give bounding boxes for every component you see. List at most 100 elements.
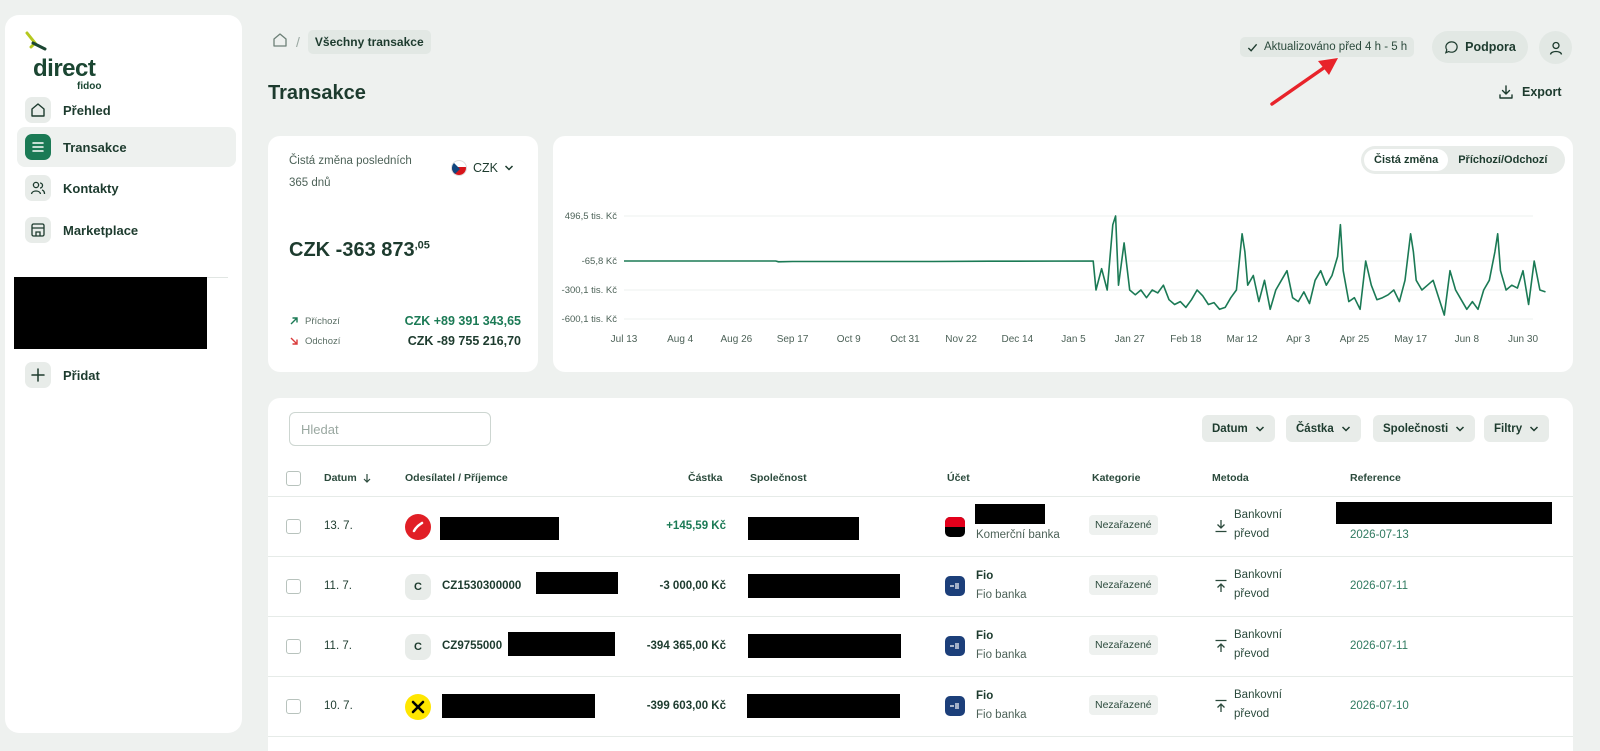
chart-card: Čistá změna Příchozí/Odchozí 496,5 tis. … <box>553 136 1573 372</box>
store-icon <box>25 217 51 243</box>
header-divider <box>268 496 1573 497</box>
outgoing-row: Odchozí CZK -89 755 216,70 <box>289 334 521 348</box>
x-tick-label: Feb 18 <box>1170 334 1202 345</box>
sort-arrow-down-icon <box>363 474 371 483</box>
user-menu-button[interactable] <box>1539 31 1572 64</box>
net-change-label: Čistá změna posledních 365 dnů <box>289 155 412 189</box>
download-icon <box>1499 85 1513 99</box>
contacts-icon <box>25 175 51 201</box>
row-method: Bankovní převod <box>1234 689 1282 720</box>
row-reference: 2026-07-13 <box>1350 529 1409 541</box>
row-sender: CZ1530300000 <box>442 580 522 592</box>
net-change-card: Čistá změna posledních 365 dnů CZK CZK -… <box>268 136 538 372</box>
home-icon[interactable] <box>272 32 288 53</box>
export-button[interactable]: Export <box>1498 84 1562 100</box>
y-tick-label: -300,1 tis. Kč <box>562 285 618 296</box>
sender-avatar: C <box>405 574 431 600</box>
breadcrumb-current[interactable]: Všechny transakce <box>307 30 431 54</box>
annotation-arrow <box>1270 58 1338 106</box>
upload-icon <box>1215 699 1227 712</box>
row-category[interactable]: Nezařazené <box>1089 635 1158 655</box>
outgoing-value: CZK -89 755 216,70 <box>407 334 521 348</box>
row-account-bank: Fio banka <box>976 709 1027 721</box>
x-tick-label: Jul 13 <box>611 334 638 345</box>
row-amount: -394 365,00 Kč <box>646 640 726 652</box>
redacted-company <box>748 634 901 658</box>
row-method: Bankovní převod <box>1234 569 1282 600</box>
filter-companies[interactable]: Společnosti <box>1373 415 1476 442</box>
fio-logo-icon <box>945 696 965 716</box>
x-tick-label: Mar 12 <box>1227 334 1259 345</box>
row-category[interactable]: Nezařazené <box>1089 575 1158 595</box>
unicredit-logo-icon <box>405 514 431 540</box>
check-icon <box>1247 43 1258 52</box>
filter-label: Datum <box>1212 422 1248 435</box>
chevron-down-icon <box>1255 425 1264 432</box>
arrow-down-right-icon <box>290 337 298 345</box>
redacted-company <box>747 694 900 718</box>
filter-amount[interactable]: Částka <box>1286 415 1361 442</box>
raiffeisen-logo-icon <box>405 694 431 720</box>
x-tick-label: Oct 9 <box>837 334 861 345</box>
row-checkbox[interactable] <box>286 579 301 594</box>
support-button[interactable]: Podpora <box>1432 31 1528 63</box>
row-category[interactable]: Nezařazené <box>1089 515 1158 535</box>
export-label: Export <box>1522 85 1562 99</box>
y-tick-label: -65,8 Kč <box>582 256 618 267</box>
sidebar-item-transakce[interactable]: Transakce <box>17 127 236 167</box>
filter-label: Filtry <box>1494 422 1523 435</box>
filter-date[interactable]: Datum <box>1202 415 1275 442</box>
row-divider <box>268 736 1573 737</box>
select-all-checkbox[interactable] <box>286 471 301 486</box>
column-date[interactable]: Datum <box>324 472 372 484</box>
chevron-down-icon <box>1341 425 1350 432</box>
row-date: 13. 7. <box>324 520 353 532</box>
incoming-value: CZK +89 391 343,65 <box>404 314 521 328</box>
filter-more[interactable]: Filtry <box>1484 415 1550 442</box>
row-account-bank: Fio banka <box>976 649 1027 661</box>
row-category[interactable]: Nezařazené <box>1089 695 1158 715</box>
row-checkbox[interactable] <box>286 699 301 714</box>
row-account-bank: Fio banka <box>976 589 1027 601</box>
row-account-bank: Komerční banka <box>976 529 1060 541</box>
transactions-card: Datum Částka Společnosti Filtry Datum Od… <box>268 398 1573 751</box>
redacted-block <box>14 277 207 349</box>
column-amount: Částka <box>688 472 723 484</box>
last-updated-badge: Aktualizováno před 4 h - 5 h <box>1240 37 1415 57</box>
x-tick-label: Jun 30 <box>1508 334 1538 345</box>
chevron-down-icon <box>504 165 514 171</box>
column-method: Metoda <box>1212 472 1249 484</box>
column-category: Kategorie <box>1092 472 1141 484</box>
sidebar-item-prehled[interactable]: Přehled <box>17 90 236 130</box>
brand-logo[interactable]: direct fidoo <box>21 31 131 92</box>
row-divider <box>268 676 1573 677</box>
x-tick-label: Nov 22 <box>945 334 977 345</box>
x-tick-label: Apr 3 <box>1286 334 1310 345</box>
x-tick-label: Aug 4 <box>667 334 694 345</box>
row-amount: -399 603,00 Kč <box>646 700 726 712</box>
search-input[interactable] <box>289 412 491 446</box>
row-reference: 2026-07-11 <box>1350 580 1408 592</box>
sidebar-item-kontakty[interactable]: Kontakty <box>17 168 236 208</box>
breadcrumb-separator: / <box>296 34 300 50</box>
add-button[interactable]: Přidat <box>17 355 236 395</box>
brand-name: direct <box>33 55 96 82</box>
x-tick-label: Aug 26 <box>721 334 753 345</box>
x-tick-label: Sep 17 <box>777 334 809 345</box>
download-icon <box>1215 520 1227 533</box>
row-checkbox[interactable] <box>286 639 301 654</box>
support-label: Podpora <box>1465 40 1516 54</box>
row-account-name: Fio <box>976 690 994 702</box>
chevron-down-icon <box>1456 425 1465 432</box>
row-amount: +145,59 Kč <box>666 520 726 532</box>
currency-select[interactable]: CZK <box>451 160 514 176</box>
row-date: 11. 7. <box>324 580 352 592</box>
row-checkbox[interactable] <box>286 519 301 534</box>
redacted-company <box>748 574 900 598</box>
last-updated-text: Aktualizováno před 4 h - 5 h <box>1264 41 1408 53</box>
sidebar-item-label: Kontakty <box>63 180 119 196</box>
column-reference: Reference <box>1350 472 1401 484</box>
sidebar-item-marketplace[interactable]: Marketplace <box>17 210 236 250</box>
row-method: Bankovní převod <box>1234 629 1282 660</box>
outgoing-label: Odchozí <box>305 335 341 347</box>
